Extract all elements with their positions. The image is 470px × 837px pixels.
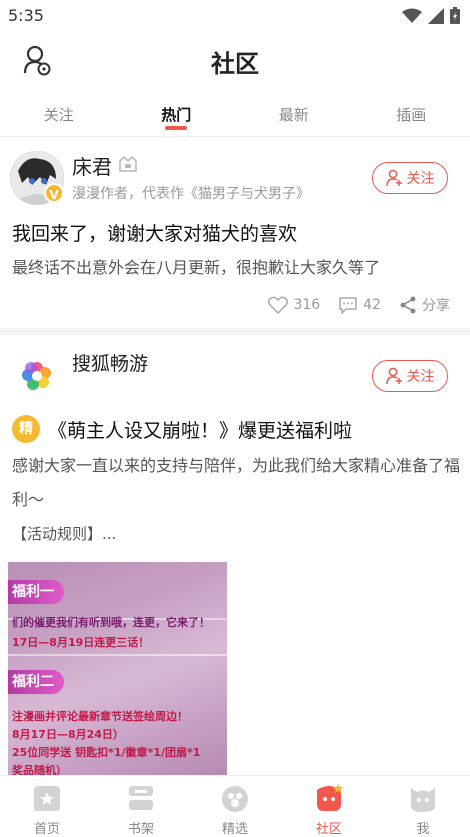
post-more-text[interactable]: 【活动规则】... xyxy=(12,523,116,544)
image-text: 们的催更我们有听到哦，连更，它来了！ xyxy=(12,616,210,629)
post-title[interactable]: 精 《萌主人设又崩啦！》爆更送福利啦 xyxy=(12,415,352,443)
post-body[interactable]: 最终话不出意外会在八月更新，很抱歉让大家久等了 xyxy=(12,254,380,278)
share-icon xyxy=(400,296,416,314)
post-card[interactable]: V 床君 漫漫作者，代表作《猫男子与犬男子》 关注 我回来了，谢谢大家对猫犬的喜… xyxy=(0,137,470,328)
add-user-icon xyxy=(385,169,402,187)
follow-button[interactable]: 关注 xyxy=(372,360,448,392)
add-user-icon xyxy=(385,367,402,385)
like-count: 316 xyxy=(293,297,321,313)
image-tag: 福利二 xyxy=(8,670,64,694)
tab-following[interactable]: 关注 xyxy=(0,96,118,136)
share-button[interactable]: 分享 xyxy=(399,295,450,315)
image-text: 17日—8月19日连更三话！ xyxy=(12,636,150,649)
nav-label: 首页 xyxy=(33,822,60,837)
page-title: 社区 xyxy=(211,50,259,78)
nav-community[interactable]: 社区 xyxy=(282,776,376,837)
nav-profile[interactable]: 我 xyxy=(376,776,470,837)
community-icon xyxy=(317,784,343,811)
image-tag: 福利一 xyxy=(8,580,64,604)
image-text: 25位同学送 钥匙扣*1/徽章*1/团扇*1 xyxy=(12,746,201,759)
post-body[interactable]: 感谢大家一直以来的支持与陪伴，为此我们给大家精心准备了福利～ xyxy=(12,449,460,517)
signal-icon xyxy=(428,7,444,24)
nav-featured[interactable]: 精选 xyxy=(188,776,282,837)
home-icon xyxy=(34,786,60,811)
tab-illustration[interactable]: 插画 xyxy=(353,96,470,136)
tab-label: 最新 xyxy=(278,106,309,124)
nav-label: 社区 xyxy=(315,822,342,837)
nav-label: 精选 xyxy=(221,822,248,837)
status-icons xyxy=(402,7,460,24)
top-header: 社区 xyxy=(0,32,470,90)
tab-label: 插画 xyxy=(396,106,427,124)
avatar[interactable] xyxy=(20,359,54,393)
nav-label: 我 xyxy=(416,822,430,837)
bookshelf-icon xyxy=(129,786,153,810)
post-card[interactable]: 搜狐畅游 关注 精 《萌主人设又崩啦！》爆更送福利啦 感谢大家一直以来的支持与陪… xyxy=(0,335,470,775)
follow-label: 关注 xyxy=(406,369,435,385)
image-text: 注漫画并评论最新章节送签绘周边！ xyxy=(12,710,188,723)
battery-icon xyxy=(450,7,460,24)
wifi-icon xyxy=(402,8,422,23)
author-name[interactable]: 床君 xyxy=(72,151,112,180)
profile-icon xyxy=(411,788,435,812)
author-name[interactable]: 搜狐畅游 xyxy=(72,349,148,376)
post-separator xyxy=(0,328,470,335)
post-stats: 316 42 分享 xyxy=(268,295,450,315)
post-title-text: 《萌主人设又崩啦！》爆更送福利啦 xyxy=(48,419,353,442)
comment-button[interactable]: 42 xyxy=(338,296,381,314)
tab-label: 关注 xyxy=(43,106,74,124)
nav-bookshelf[interactable]: 书架 xyxy=(94,776,188,837)
tab-bar: 关注 热门 最新 插画 xyxy=(0,96,470,136)
image-divider xyxy=(8,654,227,656)
status-bar: 5:35 xyxy=(0,0,470,32)
follow-button[interactable]: 关注 xyxy=(372,162,448,194)
post-image[interactable]: 福利一 们的催更我们有听到哦，连更，它来了！ 17日—8月19日连更三话！ 福利… xyxy=(8,562,227,775)
featured-badge: 精 xyxy=(12,415,40,443)
nav-home[interactable]: 首页 xyxy=(0,776,94,837)
nav-label: 书架 xyxy=(127,822,154,837)
verified-badge: V xyxy=(44,183,64,203)
status-time: 5:35 xyxy=(8,6,44,25)
comment-icon xyxy=(339,297,357,314)
share-label: 分享 xyxy=(422,298,450,314)
bottom-nav: 首页 书架 精选 社区 我 xyxy=(0,775,470,837)
featured-icon xyxy=(222,786,248,812)
tab-latest[interactable]: 最新 xyxy=(235,96,353,136)
tab-label: 热门 xyxy=(161,106,192,124)
like-button[interactable]: 316 xyxy=(268,296,320,314)
image-text: 奖品随机） xyxy=(12,764,67,775)
author-rank-icon xyxy=(119,155,137,172)
post-title[interactable]: 我回来了，谢谢大家对猫犬的喜欢 xyxy=(12,219,297,246)
comment-count: 42 xyxy=(363,297,381,313)
heart-icon xyxy=(268,296,289,314)
author-description: 漫漫作者，代表作《猫男子与犬男子》 xyxy=(72,186,310,202)
tab-hot[interactable]: 热门 xyxy=(118,96,236,136)
tab-active-indicator xyxy=(165,126,188,130)
image-text: 8月17日—8月24日） xyxy=(12,728,124,741)
follow-label: 关注 xyxy=(406,171,435,187)
